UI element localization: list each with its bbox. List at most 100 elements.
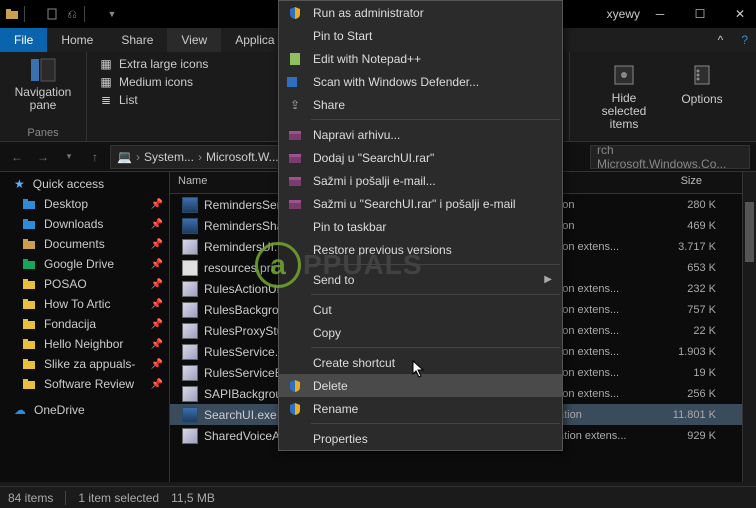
navigation-pane-button[interactable]: Navigation pane [8, 56, 78, 112]
sidebar-item[interactable]: Downloads📌 [0, 214, 169, 234]
sidebar-item[interactable]: POSAO📌 [0, 274, 169, 294]
ctx-restore[interactable]: Restore previous versions [279, 238, 562, 261]
tab-view[interactable]: View [167, 28, 221, 52]
qat-paste-icon[interactable] [44, 6, 60, 22]
breadcrumb-2[interactable]: Microsoft.W... [206, 150, 279, 164]
options-button[interactable]: Options [672, 62, 732, 132]
tab-home[interactable]: Home [47, 28, 107, 52]
ribbon-collapse-icon[interactable]: ^ [708, 33, 734, 47]
ctx-separator [311, 119, 560, 120]
ctx-cut[interactable]: Cut [279, 298, 562, 321]
ctx-rename[interactable]: Rename [279, 397, 562, 420]
search-input[interactable]: rch Microsoft.Windows.Co... [590, 145, 750, 169]
file-icon [182, 344, 198, 360]
ctx-separator [311, 347, 560, 348]
tab-share[interactable]: Share [107, 28, 167, 52]
sidebar-item-label: Hello Neighbor [44, 337, 123, 351]
maximize-button[interactable]: ☐ [680, 0, 720, 28]
file-icon [182, 239, 198, 255]
col-size[interactable]: Size [630, 172, 710, 193]
ctx-dodaj[interactable]: Dodaj u "SearchUI.rar" [279, 146, 562, 169]
close-button[interactable]: ✕ [720, 0, 756, 28]
ctx-share[interactable]: ⇪Share [279, 93, 562, 116]
scrollbar-thumb[interactable] [745, 202, 754, 262]
file-size: 280 K [638, 199, 716, 211]
winrar-icon [285, 173, 305, 189]
ctx-scan-defender[interactable]: Scan with Windows Defender... [279, 70, 562, 93]
ctx-dodaj-label: Dodaj u "SearchUI.rar" [313, 151, 434, 165]
sidebar-item-label: Slike za appuals- [44, 357, 135, 371]
ctx-sazmi-rar[interactable]: Sažmi u "SearchUI.rar" i pošalji e-mail [279, 192, 562, 215]
hide-selected-button[interactable]: Hide selected items [594, 62, 654, 132]
sidebar: ★ Quick access Desktop📌Downloads📌Documen… [0, 172, 170, 482]
quick-access-header[interactable]: ★ Quick access [0, 174, 169, 194]
ctx-copy-label: Copy [313, 326, 341, 340]
sidebar-item[interactable]: Hello Neighbor 📌 [0, 334, 169, 354]
up-button[interactable]: ↑ [84, 146, 106, 168]
file-icon [182, 281, 198, 297]
breadcrumb-1[interactable]: System... [144, 150, 194, 164]
ctx-pin-start[interactable]: Pin to Start [279, 24, 562, 47]
vertical-scrollbar[interactable] [742, 172, 756, 482]
options-icon [689, 62, 715, 88]
tab-file[interactable]: File [0, 28, 47, 52]
ctx-edit-npp-label: Edit with Notepad++ [313, 52, 421, 66]
status-divider [65, 491, 66, 505]
folder-icon [22, 337, 36, 351]
sidebar-item-label: POSAO [44, 277, 87, 291]
file-size: 19 K [638, 367, 716, 379]
sidebar-item[interactable]: Fondacija📌 [0, 314, 169, 334]
ctx-sazmi-email[interactable]: Sažmi i pošalji e-mail... [279, 169, 562, 192]
winrar-icon [285, 196, 305, 212]
search-placeholder: rch Microsoft.Windows.Co... [597, 145, 743, 169]
minimize-button[interactable]: ─ [640, 0, 680, 28]
file-icon [182, 365, 198, 381]
winrar-icon [285, 127, 305, 143]
sidebar-item[interactable]: Google Drive📌 [0, 254, 169, 274]
ctx-create-shortcut-label: Create shortcut [313, 356, 395, 370]
qat-undo-icon[interactable]: ⎌ [64, 6, 80, 22]
ctx-restore-label: Restore previous versions [313, 243, 452, 257]
sidebar-item[interactable]: Documents📌 [0, 234, 169, 254]
options-label: Options [681, 92, 722, 106]
ctx-delete-label: Delete [313, 379, 348, 393]
ctx-copy[interactable]: Copy [279, 321, 562, 344]
ctx-run-admin[interactable]: Run as administrator [279, 1, 562, 24]
folder-icon [22, 317, 36, 331]
back-button[interactable]: ← [6, 146, 28, 168]
file-size: 653 K [638, 262, 716, 274]
file-size: 929 K [638, 430, 716, 442]
ctx-cut-label: Cut [313, 303, 332, 317]
sidebar-item[interactable]: Software Review📌 [0, 374, 169, 394]
help-icon[interactable]: ? [733, 33, 756, 47]
ctx-create-shortcut[interactable]: Create shortcut [279, 351, 562, 374]
defender-icon [285, 74, 305, 90]
ctx-send-to[interactable]: Send to▶ [279, 268, 562, 291]
sidebar-item[interactable]: How To Artic📌 [0, 294, 169, 314]
onedrive-icon: ☁ [14, 403, 26, 417]
ctx-napravi[interactable]: Napravi arhivu... [279, 123, 562, 146]
forward-button[interactable]: → [32, 146, 54, 168]
sidebar-item[interactable]: Desktop📌 [0, 194, 169, 214]
folder-icon [22, 357, 36, 371]
shield-icon [285, 5, 305, 21]
title-suffix: xyewy [607, 7, 640, 21]
panes-group: Navigation pane Panes [0, 52, 87, 141]
ctx-properties[interactable]: Properties [279, 427, 562, 450]
extra-large-icon: ▦ [99, 57, 113, 71]
sidebar-item[interactable]: Slike za appuals- 📌 [0, 354, 169, 374]
folder-icon [22, 237, 36, 251]
hide-selected-label: Hide selected items [594, 92, 654, 132]
onedrive-item[interactable]: ☁ OneDrive [0, 400, 169, 420]
pin-icon: 📌 [151, 339, 163, 350]
ctx-pin-taskbar[interactable]: Pin to taskbar [279, 215, 562, 238]
pin-icon: 📌 [151, 359, 163, 370]
ctx-sazmi-rar-label: Sažmi u "SearchUI.rar" i pošalji e-mail [313, 197, 516, 211]
history-dropdown[interactable]: ▾ [58, 146, 80, 168]
pin-icon: 📌 [151, 199, 163, 210]
ctx-edit-npp[interactable]: Edit with Notepad++ [279, 47, 562, 70]
qat-dropdown-icon[interactable]: ▼ [104, 6, 120, 22]
file-icon [182, 323, 198, 339]
ctx-delete[interactable]: Delete [279, 374, 562, 397]
file-size: 256 K [638, 388, 716, 400]
